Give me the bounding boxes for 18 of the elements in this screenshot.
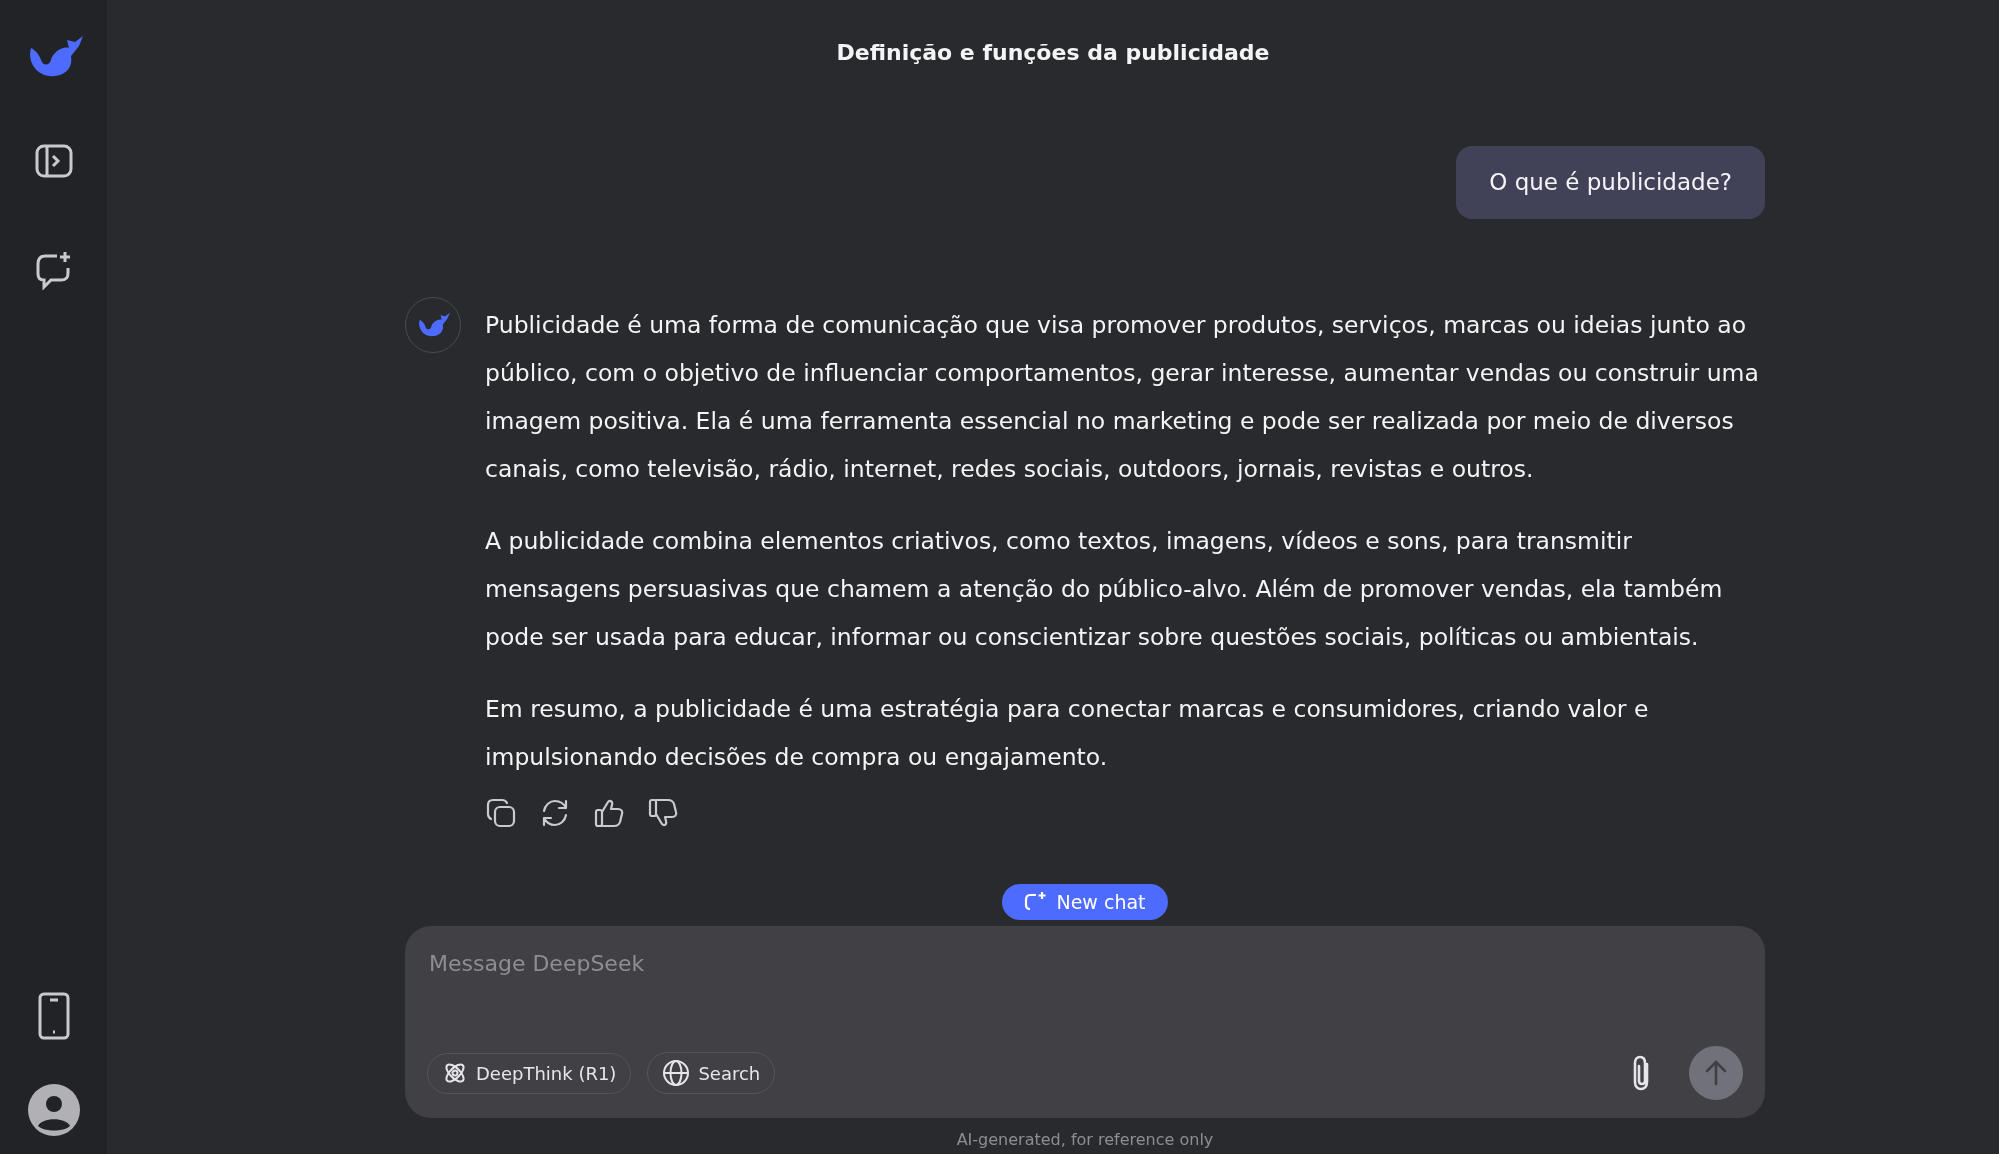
response-paragraph: Publicidade é uma forma de comunicação que visa promover produtos, serviços, marcas ou ideias junto ao público, com o objetivo de influenciar comportamentos, gerar interesse, aumentar vendas ou construir uma imagem positiva. Ela é uma ferramenta essencial no marketing e pode ser realizada por meio de diversos canais, como televisão, rádio, internet, redes sociais, outdoors, jornais, revistas e outros. [485, 309, 1760, 485]
new-chat-button[interactable]: New chat [1002, 883, 1168, 920]
user-message: O que é publicidade? [1456, 146, 1765, 219]
profile-avatar-icon[interactable] [27, 1084, 80, 1136]
copy-icon[interactable] [485, 796, 517, 829]
chat-title: Definição e funções da publicidade [835, 39, 1271, 67]
sidebar-toggle-icon[interactable] [34, 144, 73, 178]
message-input[interactable]: Message DeepSeek [427, 946, 1743, 981]
response-paragraph: Em resumo, a publicidade é uma estratégia para conectar marcas e consumidores, criando valor e impulsionando decisões de compra ou engajamento. [485, 693, 1650, 773]
mobile-app-icon[interactable] [37, 992, 70, 1040]
arrow-up-icon [1704, 1059, 1728, 1087]
new-chat-icon[interactable] [34, 250, 73, 290]
globe-icon [662, 1059, 691, 1087]
thumbs-down-icon[interactable] [647, 796, 679, 829]
response-paragraph: A publicidade combina elementos criativos, como textos, imagens, vídeos e sons, para transmitir mensagens persuasivas que chamem a atenção do público-alvo. Além de promover vendas, ela também pode ser usada para educar, informar ou conscientizar sobre questões sociais, políticas ou ambientais. [485, 525, 1724, 653]
atom-icon [442, 1060, 468, 1086]
new-chat-icon [1024, 890, 1049, 913]
disclaimer-text: AI-generated, for reference only [955, 1129, 1215, 1151]
